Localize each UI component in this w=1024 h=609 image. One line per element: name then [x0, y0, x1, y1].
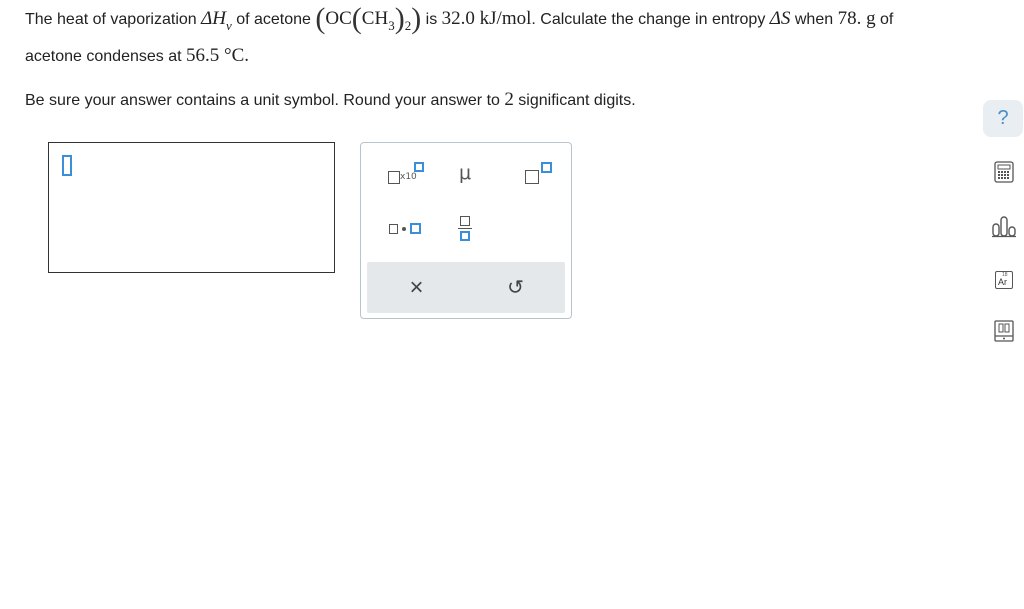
times-ten-power-button[interactable]: x10	[375, 153, 435, 193]
sig-digits-value: 2	[504, 89, 514, 110]
instruction-text: Be sure your answer contains a unit symb…	[25, 92, 505, 109]
input-cursor	[62, 155, 72, 176]
times-ten-icon: x10	[384, 161, 426, 185]
problem-text: is	[421, 11, 442, 28]
calculator-icon	[994, 161, 1014, 183]
clear-button[interactable]: ×	[367, 262, 466, 313]
problem-line-2: acetone condenses at 56.5 °C.	[25, 44, 249, 69]
book-icon	[994, 320, 1014, 342]
mu-button[interactable]: μ	[435, 153, 495, 193]
reference-book-button[interactable]	[986, 313, 1022, 349]
bar-chart-icon	[992, 216, 1016, 238]
problem-text: when	[790, 11, 838, 28]
problem-line-1: The heat of vaporization ΔHv of acetone …	[25, 0, 893, 40]
help-button[interactable]: ?	[983, 100, 1023, 137]
fraction-button[interactable]	[435, 209, 495, 249]
problem-text: acetone condenses at	[25, 48, 187, 65]
multiply-dot-icon	[384, 217, 426, 241]
temperature-value: 56.5 °C	[186, 45, 245, 66]
calculator-button[interactable]	[986, 154, 1022, 190]
instruction-text: significant digits.	[513, 92, 636, 109]
clear-icon: ×	[409, 273, 424, 301]
problem-text: The heat of vaporization	[25, 11, 202, 28]
fraction-icon	[455, 215, 475, 243]
mu-symbol: μ	[458, 162, 472, 184]
problem-text: of	[875, 11, 894, 28]
problem-text: .	[244, 45, 250, 66]
multiply-dot-button[interactable]	[375, 209, 435, 249]
data-chart-button[interactable]	[986, 208, 1022, 244]
delta-s-symbol: ΔS	[769, 8, 791, 29]
problem-text: of acetone	[231, 11, 316, 28]
delta-h-symbol: ΔHv	[201, 8, 232, 33]
enthalpy-value: 32.0 kJ/mol	[441, 8, 532, 29]
undo-icon: ↺	[507, 277, 524, 299]
superscript-icon	[521, 161, 553, 185]
answer-input[interactable]	[48, 142, 335, 273]
problem-text: . Calculate the change in entropy	[531, 11, 770, 28]
periodic-table-icon: 18 Ar	[995, 271, 1013, 289]
acetone-formula: (OC(CH3)2)	[315, 2, 422, 35]
instruction-line: Be sure your answer contains a unit symb…	[25, 88, 636, 113]
palette-action-bar: × ↺	[367, 262, 565, 313]
superscript-button[interactable]	[507, 153, 567, 193]
mass-value: 78. g	[837, 8, 876, 29]
undo-button[interactable]: ↺	[466, 262, 565, 313]
periodic-table-button[interactable]: 18 Ar	[986, 262, 1022, 298]
math-palette: x10 μ × ↺	[360, 142, 572, 319]
question-mark-icon: ?	[997, 107, 1009, 129]
